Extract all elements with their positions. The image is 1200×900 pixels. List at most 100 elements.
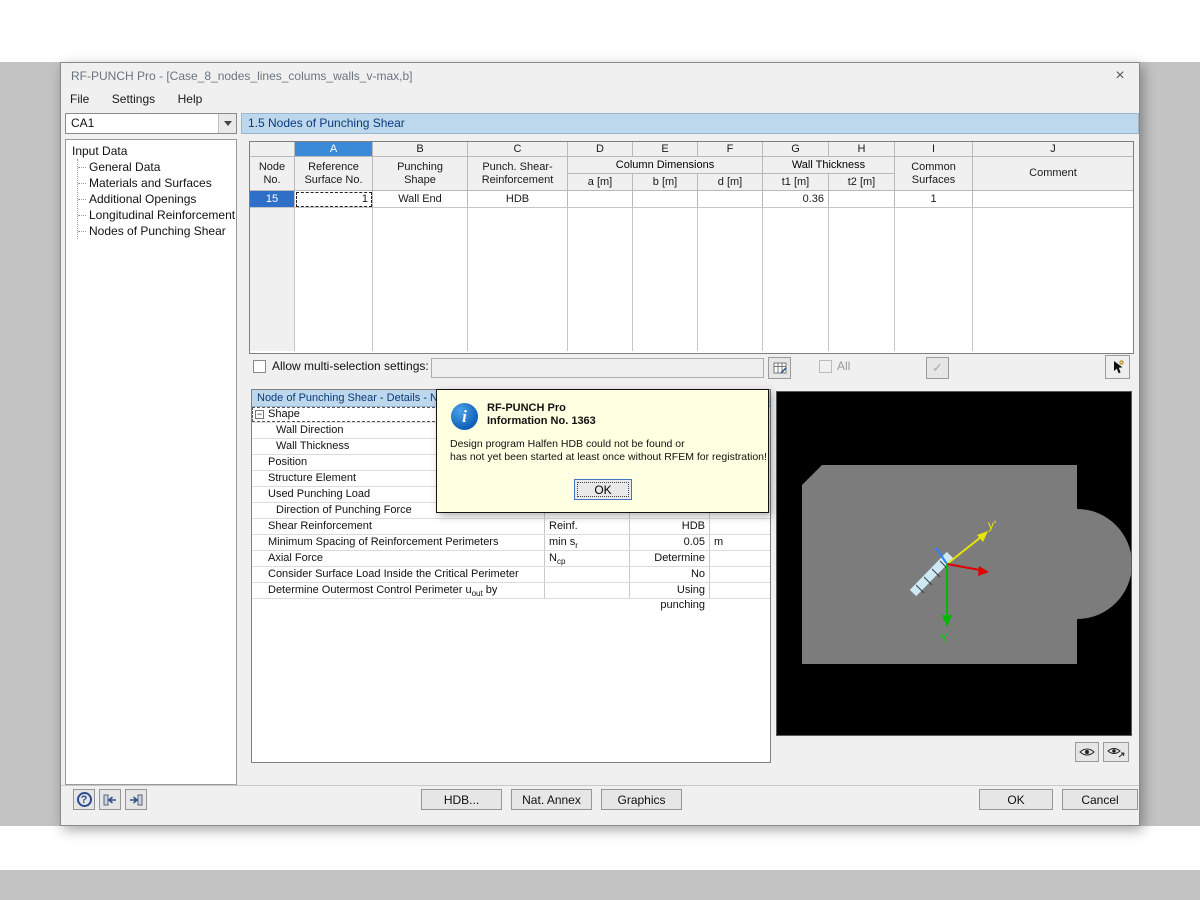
row-header-node-no[interactable]: 15	[250, 191, 295, 208]
view-pick-button[interactable]	[1103, 742, 1129, 762]
section-title: 1.5 Nodes of Punching Shear	[241, 113, 1139, 134]
column-letter-f[interactable]: F	[698, 142, 763, 157]
column-letter-i[interactable]: I	[895, 142, 973, 157]
column-header-reference-surface: Reference Surface No.	[295, 157, 373, 191]
cancel-button[interactable]: Cancel	[1062, 789, 1138, 810]
subheader-a-m: a [m]	[568, 174, 633, 190]
punching-nodes-table: A B C D E F G H I J Node No. Reference Sur…	[249, 141, 1134, 354]
detail-row-outermost-perimeter[interactable]: Determine Outermost Control Perimeter uo…	[252, 583, 770, 611]
column-header-row: Node No. Reference Surface No. Punching Sha…	[250, 157, 1133, 191]
empty-column-cell	[973, 208, 1133, 351]
cell-a[interactable]	[568, 191, 633, 208]
background-strip-bottom	[0, 826, 1200, 870]
help-button[interactable]: ?	[73, 789, 95, 810]
group-label-column-dimensions: Column Dimensions	[568, 157, 763, 174]
column-letter-c[interactable]: C	[468, 142, 568, 157]
arrow-into-bar-right-icon	[130, 794, 143, 805]
cell-t1[interactable]: 0.36	[763, 191, 829, 208]
national-annex-button[interactable]: Nat. Annex	[511, 789, 592, 810]
detail-label: Determine Outermost Control Perimeter uo…	[252, 583, 545, 598]
column-letter-row: A B C D E F G H I J	[250, 142, 1133, 157]
cursor-pick-icon	[1114, 359, 1124, 373]
detail-symbol	[545, 583, 630, 598]
detail-unit	[710, 519, 770, 534]
dialog-message-line2: has not yet been started at least once w…	[450, 451, 767, 463]
jump-next-table-button[interactable]	[125, 789, 147, 810]
empty-column-cell	[295, 208, 373, 351]
cell-reference-surface-no[interactable]: 1	[295, 191, 373, 208]
pick-node-button[interactable]	[1105, 355, 1130, 379]
all-checkbox[interactable]	[819, 360, 832, 373]
column-letter-a[interactable]: A	[295, 142, 373, 157]
tree-item-general-data[interactable]: General Data	[78, 159, 236, 175]
column-header-node: Node No.	[250, 157, 295, 191]
close-button[interactable]: ×	[1107, 65, 1133, 87]
multi-selection-input[interactable]	[431, 358, 764, 378]
axis-label-y-global: Y	[940, 631, 948, 645]
detail-label: Axial Force	[252, 551, 545, 566]
hdb-button[interactable]: HDB...	[421, 789, 502, 810]
cell-shear-reinforcement[interactable]: HDB	[468, 191, 568, 208]
column-letter-j[interactable]: J	[973, 142, 1133, 157]
column-letter-g[interactable]: G	[763, 142, 829, 157]
tree-item-materials-surfaces[interactable]: Materials and Surfaces	[78, 175, 236, 191]
tree-children: General Data Materials and Surfaces Addi…	[77, 159, 236, 239]
case-combobox-value: CA1	[71, 116, 95, 130]
column-header-common-surfaces: Common Surfaces	[895, 157, 973, 191]
desktop: RF-PUNCH Pro - [Case_8_nodes_lines_colum…	[0, 0, 1200, 900]
jump-previous-table-button[interactable]	[99, 789, 121, 810]
detail-row-axial-force[interactable]: Axial Force Ncp Determine	[252, 551, 770, 567]
tree-root-input-data[interactable]: Input Data	[70, 143, 236, 159]
empty-column-cell	[633, 208, 698, 351]
empty-column-cell	[698, 208, 763, 351]
detail-value[interactable]: No	[630, 567, 710, 582]
tree-item-nodes-punching-shear[interactable]: Nodes of Punching Shear	[78, 223, 236, 239]
tree-item-longitudinal-reinforcement[interactable]: Longitudinal Reinforcement	[78, 207, 236, 223]
cell-d[interactable]	[698, 191, 763, 208]
detail-value[interactable]: Using punching	[630, 583, 710, 611]
column-letter-d[interactable]: D	[568, 142, 633, 157]
visibility-button[interactable]	[1075, 742, 1099, 762]
combobox-dropdown-button[interactable]	[218, 114, 236, 133]
detail-label: Shear Reinforcement	[252, 519, 545, 534]
detail-label: Minimum Spacing of Reinforcement Perimet…	[252, 535, 545, 550]
column-letter-h[interactable]: H	[829, 142, 895, 157]
multi-selection-label: Allow multi-selection settings:	[272, 359, 429, 373]
cell-b[interactable]	[633, 191, 698, 208]
detail-row-shear-reinforcement[interactable]: Shear Reinforcement Reinf. HDB	[252, 519, 770, 535]
ok-button[interactable]: OK	[979, 789, 1053, 810]
subheader-b-m: b [m]	[633, 174, 698, 190]
detail-row-min-spacing[interactable]: Minimum Spacing of Reinforcement Perimet…	[252, 535, 770, 551]
apply-all-button[interactable]: ✓	[926, 357, 949, 379]
subheader-t2-m: t2 [m]	[829, 174, 895, 190]
graphics-button[interactable]: Graphics	[601, 789, 682, 810]
menu-file[interactable]: File	[61, 89, 98, 109]
detail-symbol	[545, 567, 630, 582]
menu-settings[interactable]: Settings	[103, 89, 164, 109]
cell-t2[interactable]	[829, 191, 895, 208]
multi-selection-checkbox[interactable]	[253, 360, 266, 373]
help-icon: ?	[76, 792, 92, 807]
cell-punching-shape[interactable]: Wall End	[373, 191, 468, 208]
detail-value[interactable]: 0.05	[630, 535, 710, 550]
column-group-column-dimensions: Column Dimensions a [m] b [m] d [m]	[568, 157, 763, 191]
menu-help[interactable]: Help	[169, 89, 212, 109]
detail-value[interactable]: Determine	[630, 551, 710, 566]
column-group-wall-thickness: Wall Thickness t1 [m] t2 [m]	[763, 157, 895, 191]
case-combobox[interactable]: CA1	[65, 113, 237, 134]
empty-column-cell	[468, 208, 568, 351]
column-letter-b[interactable]: B	[373, 142, 468, 157]
dialog-ok-button[interactable]: OK	[574, 479, 632, 500]
collapse-icon[interactable]: −	[255, 410, 264, 419]
info-dialog: i RF-PUNCH Pro Information No. 1363 Desi…	[436, 389, 769, 513]
grid-edit-icon	[773, 362, 787, 374]
column-letter-e[interactable]: E	[633, 142, 698, 157]
cell-common-surfaces[interactable]: 1	[895, 191, 973, 208]
tree-item-additional-openings[interactable]: Additional Openings	[78, 191, 236, 207]
cell-comment[interactable]	[973, 191, 1133, 208]
detail-value[interactable]: HDB	[630, 519, 710, 534]
detail-row-consider-surface-load[interactable]: Consider Surface Load Inside the Critica…	[252, 567, 770, 583]
empty-column-cell	[250, 208, 295, 351]
graphics-panel[interactable]: y' Y	[776, 391, 1132, 736]
apply-settings-button[interactable]	[768, 357, 791, 379]
